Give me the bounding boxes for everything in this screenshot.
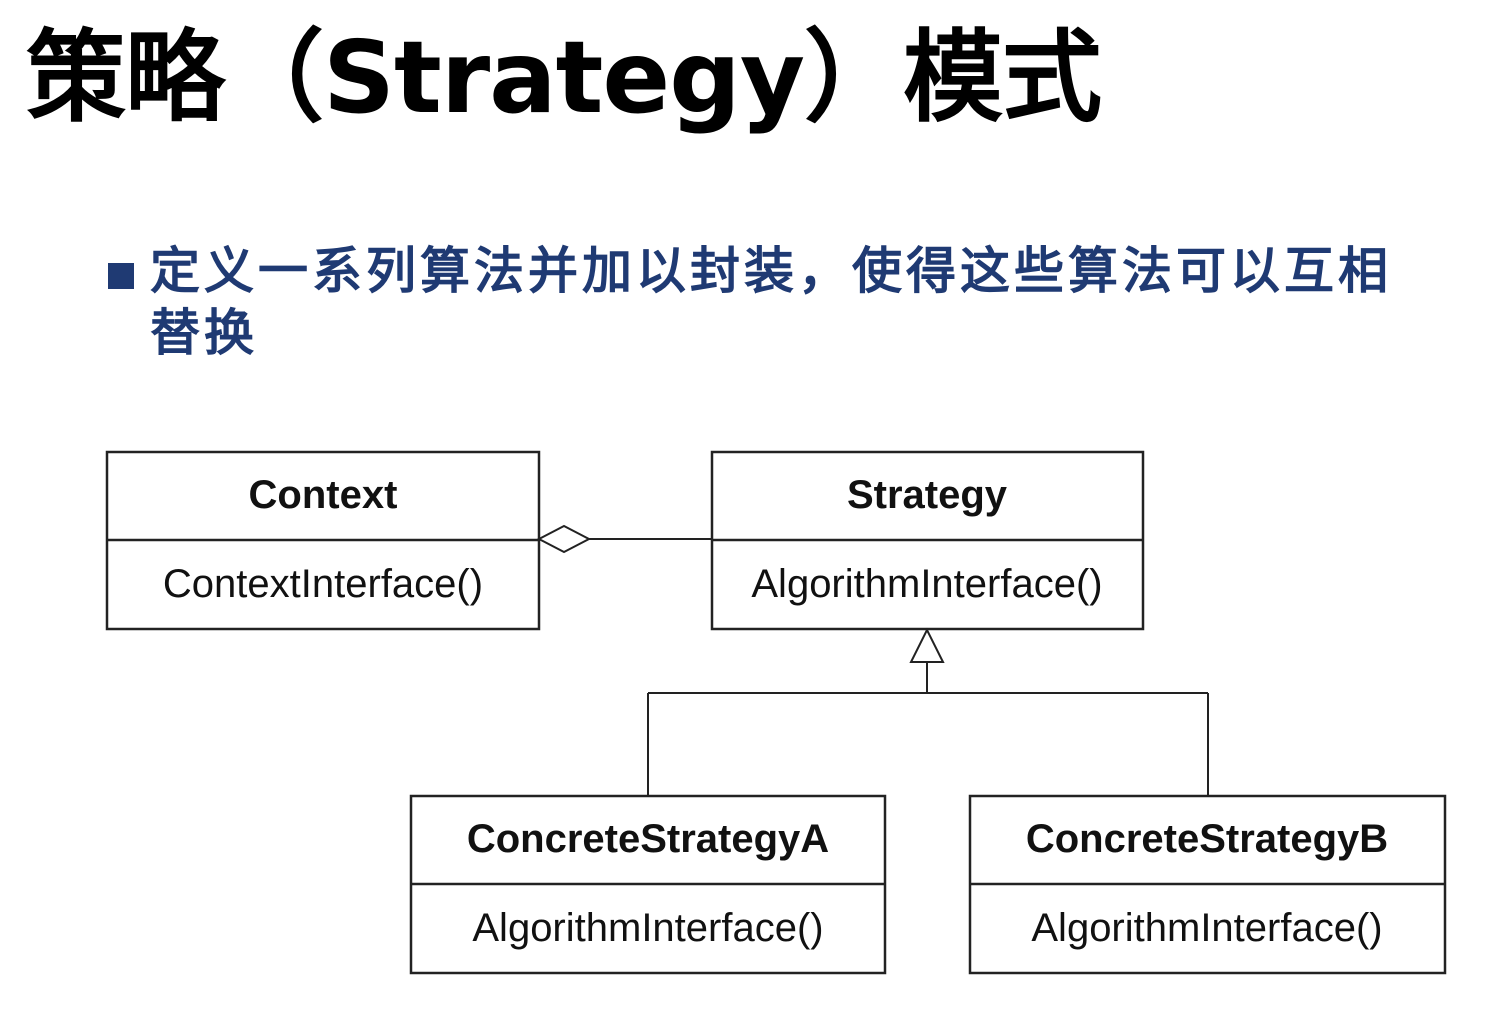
aggregation-connector	[536, 524, 712, 554]
class-concrete-strategy-b-operation: AlgorithmInterface()	[1031, 906, 1382, 950]
class-strategy-operation: AlgorithmInterface()	[751, 562, 1102, 606]
class-concrete-strategy-a-operation: AlgorithmInterface()	[472, 906, 823, 950]
class-context-operation: ContextInterface()	[163, 562, 483, 606]
class-concrete-strategy-b: ConcreteStrategyB AlgorithmInterface()	[968, 794, 1447, 975]
class-concrete-strategy-a: ConcreteStrategyA AlgorithmInterface()	[409, 794, 887, 975]
aggregation-diamond-icon	[536, 524, 592, 554]
uml-class-diagram: Context ContextInterface() Strategy Algo…	[105, 450, 1447, 975]
class-strategy: Strategy AlgorithmInterface()	[710, 450, 1145, 631]
class-context: Context ContextInterface()	[105, 450, 541, 631]
class-context-name: Context	[249, 473, 398, 517]
inheritance-triangle-icon	[909, 627, 945, 663]
class-concrete-strategy-b-name: ConcreteStrategyB	[1026, 817, 1388, 861]
class-concrete-strategy-a-name: ConcreteStrategyA	[467, 817, 829, 861]
class-strategy-name: Strategy	[847, 473, 1008, 517]
generalization-connector	[647, 627, 1209, 796]
